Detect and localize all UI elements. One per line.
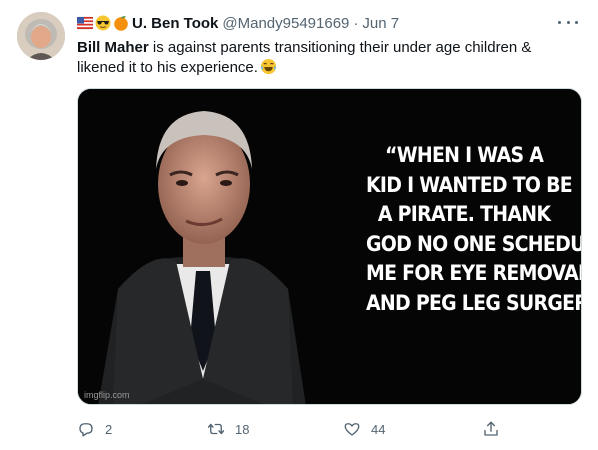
quote-line: GOD NO ONE SCHEDULED — [366, 231, 581, 256]
user-handle[interactable]: @Mandy95491669 — [222, 15, 349, 32]
sunglasses-face-icon — [95, 15, 111, 31]
more-options-icon[interactable] — [556, 14, 580, 30]
reply-icon — [79, 423, 93, 437]
avatar-photo — [17, 12, 65, 60]
share-icon — [484, 421, 498, 436]
tweet-header: U. Ben Took @Mandy95491669 · Jun 7 — [77, 13, 399, 33]
display-name[interactable]: U. Ben Took — [132, 15, 218, 32]
heart-icon — [344, 423, 360, 436]
retweet-button[interactable]: 18 — [207, 418, 249, 440]
like-count: 44 — [371, 421, 386, 437]
avatar[interactable] — [17, 12, 65, 60]
quote-line: A PIRATE. THANK — [377, 202, 551, 226]
like-button[interactable]: 44 — [343, 418, 385, 440]
tweet-text: Bill Maher is against parents transition… — [77, 38, 567, 78]
quote-line: KID I WANTED TO BE — [366, 172, 573, 197]
share-button[interactable] — [482, 418, 500, 440]
tweet[interactable]: U. Ben Took @Mandy95491669 · Jun 7 Bill … — [0, 0, 598, 450]
watermark: imgflip.com — [84, 390, 130, 400]
tweet-date[interactable]: Jun 7 — [362, 15, 399, 32]
reply-button[interactable]: 2 — [77, 418, 112, 440]
quote-line: ME FOR EYE REMOVAL — [366, 261, 582, 285]
header-separator: · — [353, 14, 359, 32]
tweet-text-bold[interactable]: Bill Maher — [77, 39, 149, 56]
retweet-icon — [207, 423, 225, 435]
tears-of-joy-icon — [260, 58, 276, 75]
us-flag-icon — [77, 16, 93, 30]
meme-quote-text: “WHEN I WAS A KID I WANTED TO BE A PIRAT… — [366, 141, 582, 318]
reply-count: 2 — [105, 421, 113, 437]
retweet-count: 18 — [235, 421, 250, 437]
quote-line: AND PEG LEG SURGERY." — [366, 290, 581, 315]
orange-icon — [114, 16, 128, 31]
tweet-actions: 2 18 44 — [77, 418, 517, 440]
tweet-media-image[interactable]: “WHEN I WAS A KID I WANTED TO BE A PIRAT… — [77, 88, 582, 405]
quote-line: “WHEN I WAS A — [385, 143, 544, 167]
